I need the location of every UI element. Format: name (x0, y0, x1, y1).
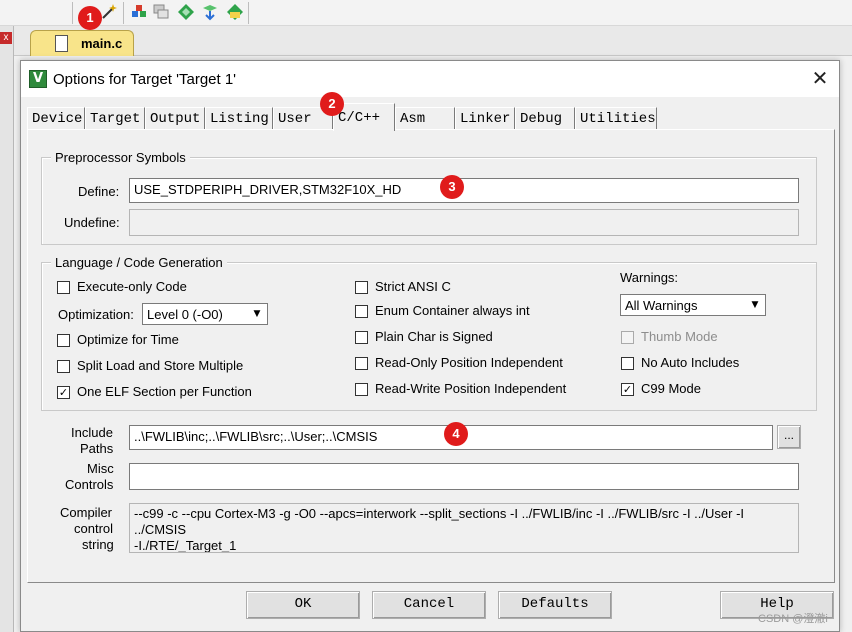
chevron-down-icon: ▼ (253, 309, 261, 319)
undefine-label: Undefine: (64, 215, 120, 230)
warnings-select-value: All Warnings (625, 298, 698, 313)
ide-toolbar (0, 0, 852, 26)
component-icon[interactable] (130, 3, 148, 21)
language-group-title: Language / Code Generation (51, 255, 227, 270)
optimization-select-value: Level 0 (-O0) (147, 307, 223, 322)
preprocessor-group-title: Preprocessor Symbols (51, 150, 190, 165)
thumb-mode-checkbox[interactable] (621, 331, 634, 344)
execute-only-checkbox[interactable] (57, 281, 70, 294)
editor-tab-label: main.c (81, 36, 123, 51)
define-input[interactable]: USE_STDPERIPH_DRIVER,STM32F10X_HD (129, 178, 799, 203)
editor-tabstrip (14, 26, 852, 56)
rw-position-checkbox[interactable] (355, 383, 368, 396)
misc-controls-label-line1: Misc (87, 461, 114, 476)
project-pane (0, 26, 14, 632)
diamond-icon[interactable] (177, 3, 195, 21)
include-paths-label-line2: Paths (80, 441, 114, 456)
pack-install-icon[interactable] (201, 3, 219, 21)
warnings-select[interactable]: All Warnings ▼ (620, 294, 766, 316)
annotation-badge-3: 3 (440, 175, 464, 199)
enum-container-checkbox[interactable] (355, 305, 368, 318)
split-load-label: Split Load and Store Multiple (77, 358, 244, 373)
split-load-checkbox[interactable] (57, 360, 70, 373)
dialog-title: Options for Target 'Target 1' (53, 71, 237, 88)
strict-ansi-checkbox[interactable] (355, 281, 368, 294)
annotation-badge-4: 4 (444, 422, 468, 446)
compiler-control-label-line3: string (82, 537, 114, 552)
c99-mode-checkbox[interactable]: ✓ (621, 383, 634, 396)
ok-button[interactable]: OK (246, 591, 360, 619)
cancel-button[interactable]: Cancel (372, 591, 486, 619)
define-label: Define: (78, 184, 120, 199)
tab-linker[interactable]: Linker (455, 107, 515, 129)
one-elf-checkbox[interactable]: ✓ (57, 386, 70, 399)
tab-listing[interactable]: Listing (205, 107, 273, 129)
one-elf-label: One ELF Section per Function (77, 384, 252, 399)
magic-wand-icon[interactable] (100, 3, 118, 21)
ro-position-checkbox[interactable] (355, 357, 368, 370)
misc-controls-input[interactable] (129, 463, 799, 490)
toolbar-separator (248, 2, 249, 24)
toolbar-separator (123, 2, 124, 24)
misc-controls-label-line2: Controls (65, 477, 114, 492)
file-icon (55, 35, 68, 52)
include-paths-browse-button[interactable]: ... (777, 425, 801, 449)
optimization-label: Optimization: (58, 307, 134, 322)
plain-char-label: Plain Char is Signed (375, 329, 493, 344)
tab-asm[interactable]: Asm (395, 107, 455, 129)
compiler-control-label-line2: control (74, 521, 114, 536)
watermark: CSDN @澄澈i (758, 613, 828, 625)
options-dialog: V Options for Target 'Target 1' ✕ Device… (20, 60, 840, 632)
optimize-time-checkbox[interactable] (57, 334, 70, 347)
rw-position-label: Read-Write Position Independent (375, 381, 567, 396)
editor-tab-main-c[interactable]: main.c (30, 30, 134, 56)
plain-char-checkbox[interactable] (355, 331, 368, 344)
toolbar-separator (72, 2, 73, 24)
tab-debug[interactable]: Debug (515, 107, 575, 129)
compiler-control-label-line1: Compiler (60, 505, 113, 520)
enum-container-label: Enum Container always int (375, 303, 530, 318)
close-icon[interactable]: x (0, 32, 12, 44)
stack-icon[interactable] (152, 3, 170, 21)
ro-position-label: Read-Only Position Independent (375, 355, 563, 370)
optimization-select[interactable]: Level 0 (-O0) ▼ (142, 303, 268, 325)
tab-target[interactable]: Target (85, 107, 145, 129)
no-auto-includes-checkbox[interactable] (621, 357, 634, 370)
optimize-time-label: Optimize for Time (77, 332, 179, 347)
no-auto-includes-label: No Auto Includes (641, 355, 740, 370)
tab-device[interactable]: Device (27, 107, 85, 129)
annotation-badge-1: 1 (78, 6, 102, 30)
pack-manager-icon[interactable] (226, 3, 244, 21)
warnings-label: Warnings: (620, 270, 679, 285)
chevron-down-icon: ▼ (751, 300, 759, 310)
c99-mode-label: C99 Mode (641, 381, 701, 396)
dialog-titlebar[interactable]: V Options for Target 'Target 1' ✕ (21, 61, 839, 97)
tab-output[interactable]: Output (145, 107, 205, 129)
defaults-button[interactable]: Defaults (498, 591, 612, 619)
thumb-mode-label: Thumb Mode (641, 329, 718, 344)
strict-ansi-label: Strict ANSI C (375, 279, 451, 294)
close-icon[interactable]: ✕ (807, 67, 833, 91)
execute-only-label: Execute-only Code (77, 279, 187, 294)
include-paths-label-line1: Include (71, 425, 113, 440)
tab-utilities[interactable]: Utilities (575, 107, 657, 129)
annotation-badge-2: 2 (320, 92, 344, 116)
compiler-control-string: --c99 -c --cpu Cortex-M3 -g -O0 --apcs=i… (129, 503, 799, 553)
undefine-input[interactable] (129, 209, 799, 236)
keil-app-icon: V (29, 70, 47, 88)
